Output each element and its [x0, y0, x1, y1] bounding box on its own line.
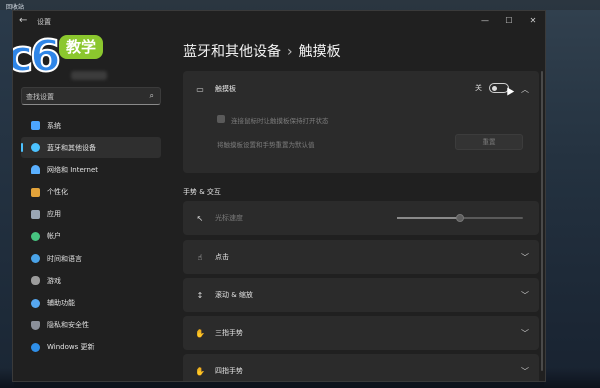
reset-label: 将触摸板设置和手势重置为默认值: [217, 141, 315, 149]
account-icon: [31, 231, 40, 241]
window-controls: — ☐ ✕: [473, 11, 545, 29]
four-finger-icon: ✋: [195, 366, 205, 376]
tap-row[interactable]: ☝ 点击 ﹀: [183, 240, 539, 274]
three-finger-row[interactable]: ✋ 三指手势 ﹀: [183, 316, 539, 350]
breadcrumb-parent[interactable]: 蓝牙和其他设备: [183, 44, 281, 60]
tap-icon: ☝: [197, 252, 203, 262]
chevron-down-icon[interactable]: ﹀: [521, 290, 529, 301]
cursor-speed-label: 光标速度: [215, 214, 243, 222]
chevron-down-icon[interactable]: ﹀: [521, 366, 529, 377]
apps-icon: [31, 209, 40, 219]
cursor-speed-row: ↖ 光标速度: [183, 201, 539, 235]
keep-on-checkbox[interactable]: [217, 115, 225, 123]
maximize-icon[interactable]: ☐: [497, 11, 521, 29]
shield-icon: [31, 320, 40, 330]
sidebar-item-label: 时间和语言: [47, 254, 82, 263]
three-finger-icon: ✋: [195, 328, 205, 338]
chevron-up-icon[interactable]: ︿: [521, 84, 529, 95]
reset-row: 将触摸板设置和手势重置为默认值 重置: [183, 131, 539, 163]
sidebar-item-label: 帐户: [47, 232, 61, 241]
sidebar-item-apps[interactable]: 应用: [21, 204, 161, 225]
toggle-state-label: 关: [475, 84, 482, 92]
sidebar-item-label: 游戏: [47, 276, 61, 285]
reset-button[interactable]: 重置: [455, 134, 523, 150]
chevron-down-icon[interactable]: ﹀: [521, 252, 529, 263]
breadcrumb-separator: ›: [287, 44, 293, 60]
search-icon[interactable]: ⌕: [150, 91, 154, 101]
keep-on-label: 连接鼠标时让触摸板保持打开状态: [231, 117, 329, 125]
sidebar-item-gaming[interactable]: 游戏: [21, 270, 161, 291]
watermark-brand: c6: [12, 31, 62, 82]
sidebar-item-label: 辅助功能: [47, 299, 75, 307]
sidebar-item-network[interactable]: 网络和 Internet: [21, 159, 161, 180]
sidebar-item-label: 网络和 Internet: [47, 165, 99, 174]
sidebar-item-label: 系统: [47, 121, 61, 130]
sidebar-item-bluetooth[interactable]: 蓝牙和其他设备: [21, 137, 161, 159]
brush-icon: [31, 187, 40, 197]
touchpad-card: ▭ 触摸板 关 ︿ 连接鼠标时让触摸板保持打开状态 将触摸板设置和手势重置为默认…: [183, 71, 539, 173]
four-finger-label: 四指手势: [215, 367, 243, 375]
sidebar-item-system[interactable]: 系统: [21, 115, 161, 136]
slider-fill: [397, 217, 460, 219]
sidebar-item-privacy[interactable]: 隐私和安全性: [21, 315, 161, 336]
search-input[interactable]: [26, 91, 138, 102]
four-finger-row[interactable]: ✋ 四指手势 ﹀: [183, 354, 539, 381]
close-icon[interactable]: ✕: [521, 11, 545, 29]
sidebar-item-windows-update[interactable]: Windows 更新: [21, 337, 161, 358]
watermark-logo: c6 教学: [12, 25, 157, 95]
minimize-icon[interactable]: —: [473, 11, 497, 29]
touchpad-icon: ▭: [196, 84, 204, 94]
windows-update-icon: [31, 342, 40, 352]
wifi-icon: [31, 165, 40, 175]
touchpad-header[interactable]: ▭ 触摸板 关 ︿: [183, 71, 539, 107]
cursor-icon: ↖: [196, 213, 204, 223]
user-name-blurred: [71, 71, 107, 80]
sidebar-item-time-language[interactable]: 时间和语言: [21, 248, 161, 269]
sidebar-item-personalization[interactable]: 个性化: [21, 182, 161, 203]
sidebar-item-label: Windows 更新: [47, 343, 95, 352]
chevron-down-icon[interactable]: ﹀: [521, 328, 529, 339]
sidebar-item-accounts[interactable]: 帐户: [21, 226, 161, 247]
tap-label: 点击: [215, 253, 229, 261]
sidebar-item-label: 个性化: [47, 188, 68, 197]
scroll-zoom-icon: ↕: [196, 290, 204, 300]
scroll-zoom-label: 滚动 & 缩放: [215, 291, 253, 299]
desktop-wallpaper-right: [544, 10, 600, 388]
keep-on-row: 连接鼠标时让触摸板保持打开状态: [183, 107, 539, 131]
scroll-zoom-row[interactable]: ↕ 滚动 & 缩放 ﹀: [183, 278, 539, 312]
slider-thumb[interactable]: [456, 214, 464, 222]
accessibility-icon: [31, 298, 40, 308]
sidebar-item-label: 隐私和安全性: [47, 321, 89, 330]
sidebar-nav: 系统 蓝牙和其他设备 网络和 Internet 个性化 应用 帐户 时间和语言: [21, 115, 161, 359]
globe-clock-icon: [31, 254, 40, 264]
bluetooth-icon: [31, 143, 40, 153]
three-finger-label: 三指手势: [215, 329, 243, 337]
sidebar-item-accessibility[interactable]: 辅助功能: [21, 293, 161, 314]
system-icon: [31, 121, 40, 130]
sidebar-item-label: 应用: [47, 210, 61, 219]
watermark-badge: 教学: [59, 35, 104, 59]
sidebar-item-label: 蓝牙和其他设备: [47, 143, 96, 152]
gestures-section-label: 手势 & 交互: [183, 188, 221, 196]
search-box[interactable]: ⌕: [21, 87, 161, 105]
touchpad-label: 触摸板: [215, 85, 236, 93]
cursor-speed-slider[interactable]: [397, 214, 523, 222]
breadcrumb: 蓝牙和其他设备 › 触摸板: [183, 41, 341, 61]
settings-window: ← 设置 — ☐ ✕ c6 教学 ⌕ 系统 蓝牙和其他设备 网络和 Intern…: [12, 10, 546, 382]
toggle-knob: [492, 86, 497, 91]
scrollbar[interactable]: [541, 71, 543, 371]
gamepad-icon: [31, 276, 40, 286]
page-title: 触摸板: [298, 44, 341, 60]
